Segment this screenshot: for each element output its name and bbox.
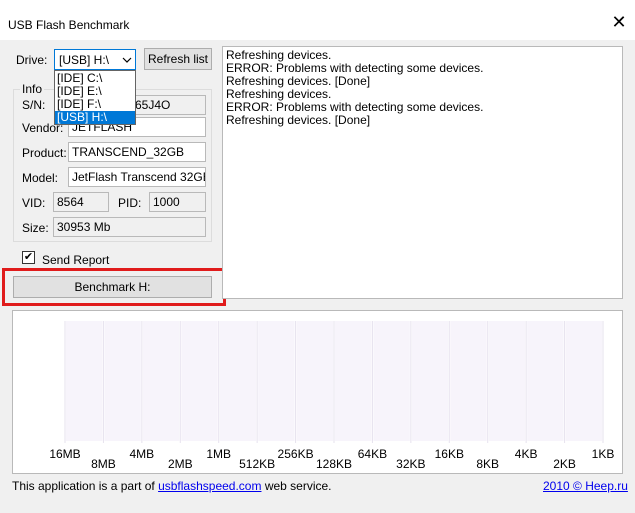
sn-value: 65J4O bbox=[135, 98, 171, 112]
size-field: 30953 Mb bbox=[53, 217, 206, 237]
drive-dropdown-list: [IDE] C:\ [IDE] E:\ [IDE] F:\ [USB] H:\ bbox=[54, 70, 136, 125]
benchmark-chart: 16MB 8MB 4MB 2MB 1MB 512KB 256KB 128KB 64KB 32KB 1… bbox=[12, 310, 623, 474]
close-icon[interactable]: ✕ bbox=[611, 13, 627, 31]
info-group-label: Info bbox=[20, 82, 45, 96]
pid-field: 1000 bbox=[149, 192, 206, 212]
model-label: Model: bbox=[22, 171, 59, 185]
footer-suffix: web service. bbox=[261, 479, 332, 493]
drive-label: Drive: bbox=[16, 53, 48, 67]
drive-select[interactable]: [USB] H:\ bbox=[54, 49, 136, 70]
window-title: USB Flash Benchmark bbox=[8, 18, 130, 32]
chart-tick-label: 32KB bbox=[396, 457, 426, 471]
model-field: JetFlash Transcend 32GB bbox=[68, 167, 206, 187]
chart-tick-label: 16KB bbox=[434, 447, 464, 461]
send-report-checkbox[interactable]: ✔ bbox=[22, 251, 35, 264]
footer-prefix: This application is a part of bbox=[12, 479, 159, 493]
send-report-label: Send Report bbox=[42, 253, 110, 267]
log-line: Refreshing devices. [Done] bbox=[226, 113, 371, 127]
chart-tick-label: 8KB bbox=[476, 457, 500, 471]
chart-tick-label: 512KB bbox=[239, 457, 276, 471]
refresh-list-button[interactable]: Refresh list bbox=[144, 48, 212, 70]
vid-field: 8564 bbox=[53, 192, 109, 212]
chevron-down-icon bbox=[122, 57, 132, 63]
vid-label: VID: bbox=[22, 196, 46, 210]
product-field: TRANSCEND_32GB bbox=[68, 142, 206, 162]
chart-tick-label: 4KB bbox=[514, 447, 538, 461]
copyright-link[interactable]: 2010 © Heep.ru bbox=[543, 479, 628, 493]
log-panel: Refreshing devices. ERROR: Problems with… bbox=[222, 46, 623, 299]
chart-tick-label: 8MB bbox=[91, 457, 116, 471]
product-label: Product: bbox=[22, 146, 67, 160]
drive-option-h[interactable]: [USB] H:\ bbox=[55, 111, 135, 124]
chart-tick-label: 2KB bbox=[553, 457, 576, 471]
size-label: Size: bbox=[22, 221, 49, 235]
drive-selected-value: [USB] H:\ bbox=[59, 53, 110, 67]
chart-tick-label: 16MB bbox=[49, 447, 81, 461]
pid-label: PID: bbox=[118, 196, 142, 210]
chart-tick-label: 1MB bbox=[206, 447, 232, 461]
chart-tick-label: 64KB bbox=[357, 447, 388, 461]
benchmark-button[interactable]: Benchmark H: bbox=[13, 276, 212, 298]
footer-text: This application is a part of usbflashsp… bbox=[12, 479, 332, 493]
chart-tick-label: 4MB bbox=[129, 447, 155, 461]
sn-label: S/N: bbox=[22, 98, 46, 112]
chart-tick-label: 1KB bbox=[591, 447, 615, 461]
chart-tick-label: 128KB bbox=[315, 457, 353, 471]
chart-tick-label: 256KB bbox=[277, 447, 314, 461]
usbflashspeed-link[interactable]: usbflashspeed.com bbox=[158, 479, 261, 493]
chart-ticks: 16MB 8MB 4MB 2MB 1MB 512KB 256KB 128KB 64KB 32KB 1… bbox=[13, 311, 624, 475]
chart-tick-label: 2MB bbox=[167, 457, 193, 471]
